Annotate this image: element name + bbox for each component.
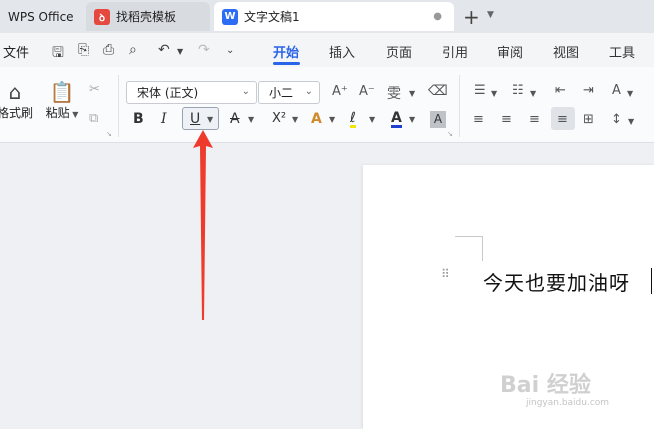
line-spacing-icon[interactable]: ↕	[611, 112, 622, 127]
tab-reference[interactable]: 引用	[442, 42, 468, 61]
clear-format-icon[interactable]: ⌫	[428, 83, 448, 99]
align-justify-icon: ≡	[557, 112, 568, 127]
print-preview-icon[interactable]: ⌕	[129, 42, 137, 58]
menu-bar: 文件 🖫 ⎘ ⎙ ⌕ ↶ ▼ ↷ ⌄ 开始 插入 页面 引用 审阅 视图 工具	[0, 33, 654, 67]
chevron-down-icon: ⌄	[304, 86, 313, 97]
text-effect-button[interactable]: A	[311, 111, 322, 127]
font-grow-button[interactable]: A⁺	[332, 84, 348, 99]
italic-button[interactable]: I	[161, 111, 167, 127]
tab-insert[interactable]: 插入	[329, 42, 355, 61]
chevron-down-icon[interactable]: ▼	[487, 10, 494, 20]
tab-document-label: 文字文稿1	[244, 10, 300, 24]
tab-home[interactable]: 开始	[273, 42, 299, 61]
word-icon: W	[222, 8, 238, 25]
ribbon-home: ⌂ 格式刷 📋 粘贴 ▼ ✂ ⧉ ↘ 宋体 (正文) ⌄ 小二 ⌄ A⁺ A⁻ …	[0, 67, 654, 143]
pinyin-guide-button[interactable]: 雯	[387, 83, 401, 103]
margin-corner-mark	[482, 236, 483, 261]
text-cursor	[651, 268, 652, 294]
superscript-button[interactable]: X²	[272, 111, 286, 126]
text-direction-icon[interactable]: A	[612, 83, 621, 98]
highlight-dropdown-icon[interactable]: ▼	[369, 115, 375, 124]
tab-wps-label: WPS Office	[8, 9, 74, 24]
align-right-icon[interactable]: ≡	[529, 112, 540, 127]
menu-file[interactable]: 文件	[3, 42, 29, 61]
save-icon[interactable]: 🖫	[52, 42, 64, 66]
char-shading-button[interactable]: A	[430, 111, 446, 128]
font-size-select[interactable]: 小二 ⌄	[258, 81, 320, 104]
margin-corner-mark	[455, 236, 483, 237]
line-spacing-dropdown-icon[interactable]: ▼	[628, 117, 634, 126]
pinyin-dropdown-icon[interactable]: ▼	[409, 89, 415, 98]
distribute-icon[interactable]: ⊞	[583, 112, 594, 127]
document-text[interactable]: 今天也要加油呀	[483, 267, 630, 296]
drag-handle-icon[interactable]: ⠿	[441, 268, 451, 280]
tab-page[interactable]: 页面	[386, 42, 412, 61]
tab-template-label: 找稻壳模板	[116, 10, 177, 24]
tab-tools[interactable]: 工具	[609, 42, 635, 61]
font-name-value: 宋体 (正文)	[137, 86, 199, 100]
watermark-url: jingyan.baidu.com	[526, 398, 610, 408]
watermark-logo: Bai 经验	[500, 373, 591, 398]
numbered-dropdown-icon[interactable]: ▼	[530, 89, 536, 98]
font-color-button[interactable]: A	[391, 111, 402, 128]
paste-icon: 📋	[49, 80, 75, 104]
clipboard-launcher-icon[interactable]: ↘	[106, 130, 112, 138]
font-color-dropdown-icon[interactable]: ▼	[409, 115, 415, 124]
tab-review[interactable]: 审阅	[497, 42, 523, 61]
export-icon[interactable]: ⎘	[78, 42, 89, 58]
increase-indent-icon[interactable]: ⇥	[583, 83, 594, 98]
tab-template[interactable]: ꝺ 找稻壳模板	[86, 2, 210, 31]
superscript-dropdown-icon[interactable]: ▼	[292, 115, 298, 124]
format-painter-button[interactable]: ⌂ 格式刷	[0, 80, 34, 121]
cut-icon[interactable]: ✂	[89, 82, 100, 97]
font-launcher-icon[interactable]: ↘	[447, 130, 453, 138]
bold-button[interactable]: B	[133, 111, 144, 127]
tab-wps-office[interactable]: WPS Office	[0, 2, 82, 31]
numbered-list-icon[interactable]: ☷	[512, 83, 524, 98]
text-direction-dropdown-icon[interactable]: ▼	[627, 89, 633, 98]
unsaved-dot-icon[interactable]: ●	[433, 11, 442, 22]
more-dropdown-icon[interactable]: ⌄	[226, 45, 234, 56]
undo-dropdown-icon[interactable]: ▼	[177, 47, 183, 56]
tab-view[interactable]: 视图	[553, 42, 579, 61]
underline-label: U	[190, 111, 201, 127]
new-tab-button[interactable]: +	[463, 5, 480, 29]
strikethrough-dropdown-icon[interactable]: ▼	[248, 115, 254, 124]
chevron-down-icon: ⌄	[241, 86, 250, 97]
underline-dropdown-icon[interactable]: ▼	[207, 115, 213, 124]
align-left-icon[interactable]: ≡	[473, 112, 484, 127]
tab-bar: WPS Office ꝺ 找稻壳模板 W 文字文稿1 ● + ▼	[0, 0, 654, 33]
align-center-icon[interactable]: ≡	[501, 112, 512, 127]
format-painter-label: 格式刷	[0, 106, 33, 120]
paste-button[interactable]: 📋 粘贴 ▼	[42, 80, 82, 121]
underline-button[interactable]	[182, 107, 219, 130]
redo-icon[interactable]: ↷	[198, 42, 210, 58]
annotation-arrow	[193, 130, 213, 320]
tab-document[interactable]: W 文字文稿1 ●	[214, 2, 454, 31]
daoke-icon: ꝺ	[94, 8, 110, 25]
paste-dropdown-icon[interactable]: ▼	[70, 110, 78, 119]
strikethrough-button[interactable]: A	[230, 111, 240, 127]
font-name-select[interactable]: 宋体 (正文) ⌄	[126, 81, 257, 104]
undo-icon[interactable]: ↶	[158, 42, 170, 58]
bullet-dropdown-icon[interactable]: ▼	[491, 89, 497, 98]
copy-icon[interactable]: ⧉	[89, 111, 98, 126]
font-size-value: 小二	[269, 86, 294, 100]
print-icon[interactable]: ⎙	[103, 42, 114, 58]
format-painter-icon: ⌂	[8, 80, 22, 104]
bullet-list-icon[interactable]: ☰	[474, 83, 486, 98]
font-shrink-button[interactable]: A⁻	[359, 84, 375, 99]
arrow-shape	[193, 130, 213, 320]
decrease-indent-icon[interactable]: ⇤	[555, 83, 566, 98]
divider	[459, 75, 460, 137]
divider	[118, 75, 119, 137]
text-effect-dropdown-icon[interactable]: ▼	[329, 115, 335, 124]
paste-label: 粘贴	[45, 106, 70, 120]
highlight-button[interactable]: ℓ	[350, 111, 356, 128]
active-tab-indicator	[273, 62, 300, 65]
